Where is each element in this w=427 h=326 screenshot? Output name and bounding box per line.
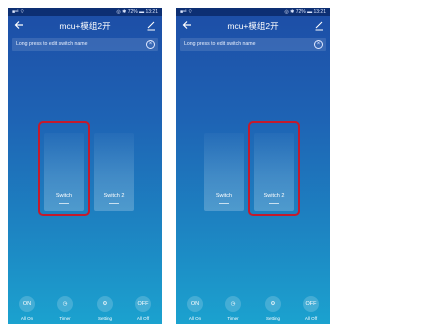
off-icon: OFF <box>135 296 151 312</box>
gear-icon: ⚙ <box>265 296 281 312</box>
clock-icon: ◷ <box>57 296 73 312</box>
gear-icon: ⚙ <box>97 296 113 312</box>
timer-label: Timer <box>227 316 239 321</box>
switch-1-indicator <box>59 203 69 204</box>
status-signal: ■ᵃˡˡ ⌔ <box>180 9 193 15</box>
all-on-label: All On <box>20 316 34 321</box>
close-icon[interactable]: × <box>314 40 323 49</box>
clock-icon: ◷ <box>225 296 241 312</box>
off-icon: OFF <box>303 296 319 312</box>
timer-label: Timer <box>59 316 71 321</box>
close-icon[interactable]: × <box>146 40 155 49</box>
switch-2-label: Switch 2 <box>263 193 285 199</box>
on-icon: ON <box>187 296 203 312</box>
switch-2-indicator <box>269 203 279 204</box>
switch-1-indicator <box>219 203 229 204</box>
switch-1-card[interactable]: Switch <box>44 133 84 211</box>
setting-button[interactable]: ⚙ Setting <box>260 296 286 321</box>
switch-2-card[interactable]: Switch 2 <box>254 133 294 211</box>
switch-2-indicator <box>109 203 119 204</box>
all-on-button[interactable]: ON All On <box>14 296 40 321</box>
page-title: mcu+模组2开 <box>227 21 279 31</box>
status-signal: ■ᵃˡˡ ⌔ <box>12 9 25 15</box>
setting-label: Setting <box>97 316 112 321</box>
all-off-label: All Off <box>304 316 318 321</box>
bottom-actions: ON All On ◷ Timer ⚙ Setting OFF All Off <box>8 296 162 324</box>
edit-pencil-icon[interactable] <box>146 19 156 31</box>
setting-button[interactable]: ⚙ Setting <box>92 296 118 321</box>
on-icon: ON <box>19 296 35 312</box>
switch-2-label: Switch 2 <box>103 193 125 199</box>
timer-button[interactable]: ◷ Timer <box>52 296 78 321</box>
all-off-button[interactable]: OFF All Off <box>298 296 324 321</box>
timer-button[interactable]: ◷ Timer <box>220 296 246 321</box>
hint-banner: Long press to edit switch name × <box>180 38 326 51</box>
edit-pencil-icon[interactable] <box>314 19 324 31</box>
switch-1-label: Switch <box>215 193 233 199</box>
all-on-button[interactable]: ON All On <box>182 296 208 321</box>
title-bar: mcu+模组2开 <box>8 18 162 36</box>
hint-text: Long press to edit switch name <box>184 41 256 47</box>
status-info: ◎ ✱ 72% ▬ 13:21 <box>284 9 326 15</box>
bottom-actions: ON All On ◷ Timer ⚙ Setting OFF All Off <box>176 296 330 324</box>
switch-1-label: Switch <box>55 193 73 199</box>
all-off-label: All Off <box>136 316 150 321</box>
screenshot-right: ■ᵃˡˡ ⌔ ◎ ✱ 72% ▬ 13:21 mcu+模组2开 Long pre… <box>176 8 330 324</box>
title-bar: mcu+模组2开 <box>176 18 330 36</box>
screenshot-left: ■ᵃˡˡ ⌔ ◎ ✱ 72% ▬ 13:21 mcu+模组2开 Long pre… <box>8 8 162 324</box>
hint-banner: Long press to edit switch name × <box>12 38 158 51</box>
switch-2-card[interactable]: Switch 2 <box>94 133 134 211</box>
page-title: mcu+模组2开 <box>59 21 111 31</box>
hint-text: Long press to edit switch name <box>16 41 88 47</box>
all-off-button[interactable]: OFF All Off <box>130 296 156 321</box>
switch-1-card[interactable]: Switch <box>204 133 244 211</box>
all-on-label: All On <box>188 316 202 321</box>
setting-label: Setting <box>265 316 280 321</box>
status-bar: ■ᵃˡˡ ⌔ ◎ ✱ 72% ▬ 13:21 <box>8 8 162 16</box>
status-bar: ■ᵃˡˡ ⌔ ◎ ✱ 72% ▬ 13:21 <box>176 8 330 16</box>
status-info: ◎ ✱ 72% ▬ 13:21 <box>116 9 158 15</box>
